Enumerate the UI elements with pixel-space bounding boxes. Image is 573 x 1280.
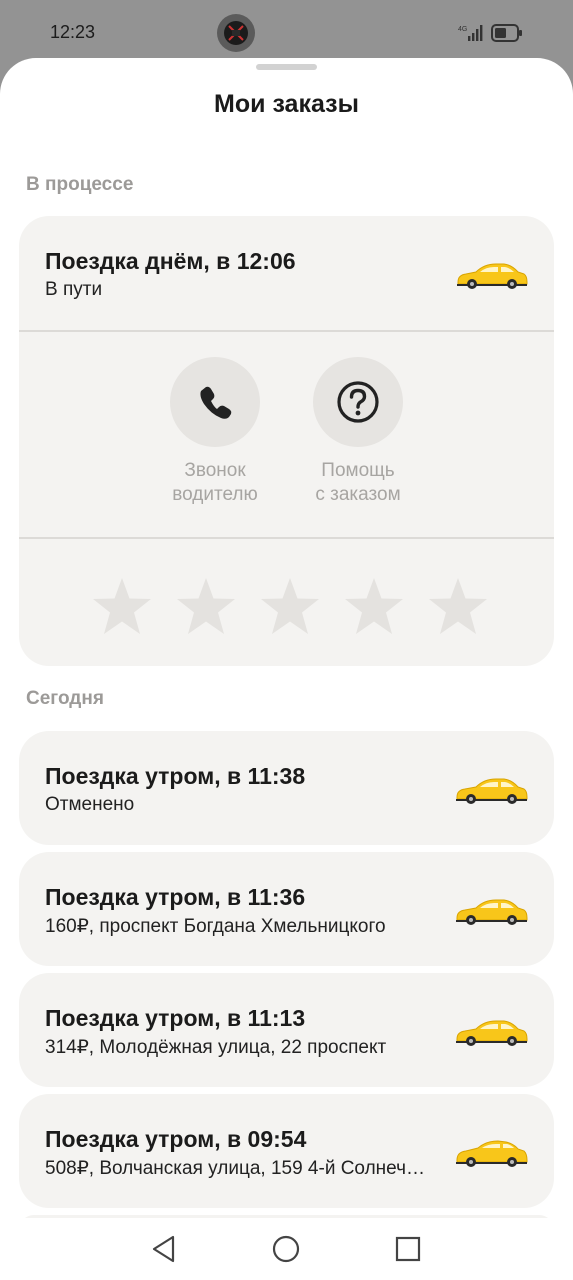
order-subtitle: Отменено [45,794,135,815]
section-today-label: Сегодня [26,688,104,709]
order-card[interactable]: Поездка утром, в 11:36 160₽, проспект Бо… [19,852,554,966]
rating-star-5-icon[interactable] [427,576,489,638]
rating-stars [91,576,489,638]
taxi-car-icon [456,1140,528,1167]
order-title: Поездка утром, в 11:13 [45,1005,306,1031]
status-time: 12:23 [50,22,96,42]
help-icon [337,381,379,423]
rating-star-3-icon[interactable] [259,576,321,638]
active-order-header[interactable]: Поездка днём, в 12:06 В пути [19,216,554,330]
call-driver-button[interactable]: Звонок водителю [140,357,290,507]
page-title: Мои заказы [214,90,359,118]
order-help-label-line1: Помощь [321,460,395,481]
order-subtitle: 314₽, Молодёжная улица, 22 проспект [45,1037,387,1058]
order-card[interactable]: Поездка утром, в 09:54 508₽, Волчанская … [19,1094,554,1208]
recents-icon[interactable] [393,1234,423,1264]
rating-star-2-icon[interactable] [175,576,237,638]
back-icon[interactable] [149,1234,179,1264]
rating-star-1-icon[interactable] [91,576,153,638]
card-divider [19,330,554,332]
phone-icon [200,386,232,419]
taxi-car-icon [456,778,528,804]
network-label: 4G [458,26,467,33]
order-card[interactable]: Поездка утром, в 11:38 Отменено [19,731,554,845]
system-nav-bar [0,1218,573,1280]
order-title: Поездка утром, в 09:54 [45,1126,307,1152]
order-card[interactable]: Поездка утром, в 11:13 314₽, Молодёжная … [19,973,554,1087]
sheet-grabber[interactable] [256,64,317,70]
battery-icon [491,24,523,42]
camera-icon [217,14,255,52]
home-icon[interactable] [271,1234,301,1264]
taxi-car-icon [457,263,528,289]
card-divider [19,537,554,539]
order-help-button[interactable]: Помощь с заказом [283,357,433,507]
taxi-car-icon [456,899,528,925]
signal-icon: 4G [458,24,486,47]
order-title: Поездка утром, в 11:38 [45,763,306,789]
section-in-progress-label: В процессе [26,174,134,195]
order-help-label-line2: с заказом [315,484,401,505]
order-subtitle: 160₽, проспект Богдана Хмельницкого [45,916,386,937]
active-order-status: В пути [45,279,103,300]
order-title: Поездка утром, в 11:36 [45,884,306,910]
active-order-title: Поездка днём, в 12:06 [45,248,296,274]
taxi-car-icon [456,1020,528,1046]
active-order-card: Поездка днём, в 12:06 В пути Звонок води… [19,216,554,666]
order-subtitle: 508₽, Волчанская улица, 159 4-й Солнечны… [45,1158,430,1179]
call-driver-label-line2: водителю [172,484,258,505]
rating-star-4-icon[interactable] [343,576,405,638]
call-driver-label-line1: Звонок [184,460,246,481]
status-bar: 12:23 4G [0,0,573,64]
orders-sheet: Мои заказы В процессе Поездка днём, в 12… [0,58,573,1280]
